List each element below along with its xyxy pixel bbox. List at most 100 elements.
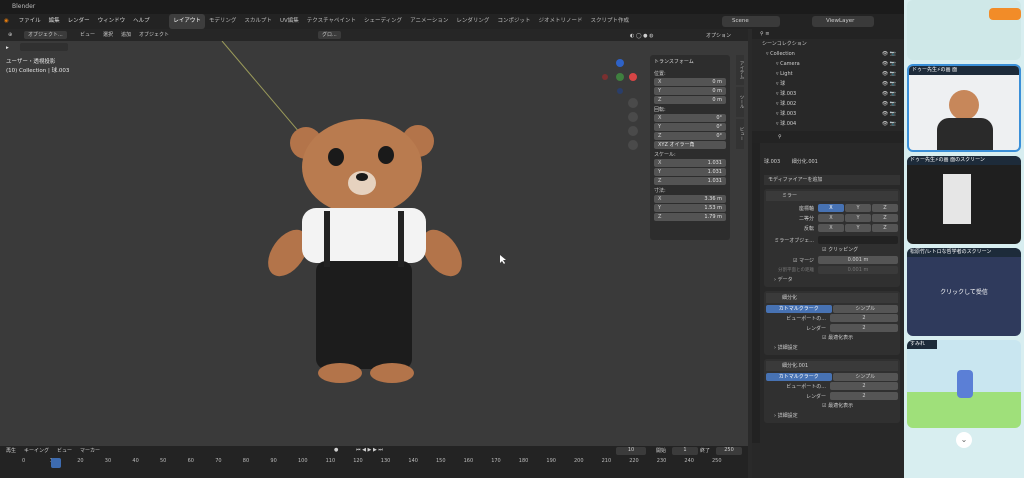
merge-distance-field[interactable]: 0.001 m (818, 256, 898, 264)
timeline-menu-0[interactable]: 再生 (6, 448, 16, 454)
n-panel-tab-1[interactable]: ツール (736, 87, 744, 117)
catmull-clark-tab-2[interactable]: カトマルクラーク (766, 373, 832, 381)
n-panel-tab-2[interactable]: ビュー (736, 119, 744, 149)
outliner-item[interactable]: ▿ 球.003 👁 📷 (752, 89, 904, 99)
dimensions-z-field[interactable]: Z 1.79 m (654, 213, 726, 221)
rotation-y-field[interactable]: Y 0° (654, 123, 726, 131)
chevron-down-icon[interactable]: ⌄ (956, 432, 972, 448)
flip-axis-x[interactable]: X (818, 224, 844, 232)
visibility-eye-icon[interactable]: 👁 📷 (882, 79, 896, 89)
simple-tab[interactable]: シンプル (832, 305, 898, 313)
location-z-field[interactable]: Z 0 m (654, 96, 726, 104)
viewport-nav-icons[interactable] (628, 98, 638, 150)
properties-tab-icons[interactable] (752, 143, 760, 443)
advanced-subpanel[interactable]: › 詳細設定 (766, 343, 898, 353)
workspace-tab-4[interactable]: テクスチャペイント (303, 14, 360, 29)
render-levels-field-2[interactable]: 2 (830, 392, 898, 400)
tile-pixel-room[interactable] (907, 0, 1021, 60)
outliner-item[interactable]: ▿ 球.004 👁 📷 (752, 119, 904, 129)
viewport-menu-2[interactable]: 追加 (121, 32, 131, 38)
playback-controls-icon[interactable]: ⏮ ◀ ▶ ▶ ⏭ (356, 447, 383, 453)
outliner-item[interactable]: ▿ 球.002 👁 📷 (752, 99, 904, 109)
simple-tab-2[interactable]: シンプル (832, 373, 898, 381)
rotation-z-field[interactable]: Z 0° (654, 132, 726, 140)
visibility-eye-icon[interactable]: 👁 📷 (882, 109, 896, 119)
optimal-display-checkbox-2[interactable]: ☑ 最適化表示 (766, 401, 898, 411)
tile-pixel-character[interactable]: すみれ (907, 340, 1021, 428)
merge-checkbox[interactable]: ☑ マージ (766, 257, 818, 264)
workspace-tab-5[interactable]: シェーディング (360, 14, 406, 29)
record-icon[interactable]: ● (334, 447, 338, 453)
viewport-levels-field[interactable]: 2 (830, 314, 898, 322)
rotation-mode-select[interactable]: XYZ オイラー角 (654, 141, 726, 149)
workspace-tab-3[interactable]: UV編集 (276, 14, 303, 29)
clipping-checkbox[interactable]: ☑ クリッピング (766, 245, 898, 255)
dimensions-y-field[interactable]: Y 1.53 m (654, 204, 726, 212)
workspace-tab-10[interactable]: スクリプト作成 (586, 14, 633, 29)
advanced-subpanel-2[interactable]: › 詳細設定 (766, 411, 898, 421)
mode-selector[interactable]: オブジェクト... (24, 31, 67, 39)
mirror-axis-z[interactable]: Z (872, 204, 898, 212)
viewport-levels-field-2[interactable]: 2 (830, 382, 898, 390)
visibility-eye-icon[interactable]: 👁 📷 (882, 69, 896, 79)
tile-click-to-receive[interactable]: 松原竹/レトロな哲学者のスクリーン クリックして受信 (907, 248, 1021, 336)
playhead[interactable] (51, 458, 61, 468)
properties-search[interactable]: ⚲ (752, 131, 904, 143)
outliner-item[interactable]: ▿ Light 👁 📷 (752, 69, 904, 79)
blender-logo-icon[interactable]: ◉ (0, 14, 13, 29)
scene-selector[interactable]: Scene (722, 16, 780, 27)
navigation-gizmo[interactable] (602, 59, 637, 94)
visibility-eye-icon[interactable]: 👁 📷 (882, 89, 896, 99)
tile-camera-feed[interactable]: ドゥー先生⚡の画 面 (907, 64, 1021, 152)
timeline-menu-3[interactable]: マーカー (80, 448, 100, 454)
timeline-menu-2[interactable]: ビュー (57, 448, 72, 454)
n-panel-tab-0[interactable]: アイテム (736, 55, 744, 85)
menu-item-2[interactable]: レンダー (64, 14, 94, 29)
menu-item-3[interactable]: ウィンドウ (94, 14, 130, 29)
subsurf-modifier-name[interactable]: 細分化 (766, 293, 898, 303)
current-frame-field[interactable]: 10 (616, 447, 646, 455)
rotation-x-field[interactable]: X 0° (654, 114, 726, 122)
outliner-item[interactable]: ▿ Camera 👁 📷 (752, 59, 904, 69)
mirror-modifier-name[interactable]: ミラー (766, 191, 898, 201)
add-modifier-button[interactable]: モディファイアーを追加 (764, 175, 900, 185)
optimal-display-checkbox[interactable]: ☑ 最適化表示 (766, 333, 898, 343)
editor-type-icon[interactable]: ⊕ (8, 29, 12, 41)
scale-x-field[interactable]: X 1.031 (654, 159, 726, 167)
bisect-distance-field[interactable]: 0.001 m (818, 266, 898, 274)
menu-item-0[interactable]: ファイル (15, 14, 45, 29)
viewport-menu-0[interactable]: ビュー (80, 32, 95, 38)
outliner-item[interactable]: ▿ 球 👁 📷 (752, 79, 904, 89)
bisect-axis-z[interactable]: Z (872, 214, 898, 222)
workspace-tab-9[interactable]: ジオメトリノード (534, 14, 586, 29)
scale-y-field[interactable]: Y 1.031 (654, 168, 726, 176)
tile-screen-share[interactable]: ドゥー先生⚡の画 面のスクリーン (907, 156, 1021, 244)
workspace-tab-7[interactable]: レンダリング (452, 14, 493, 29)
receive-button[interactable]: クリックして受信 (907, 287, 1021, 296)
visibility-eye-icon[interactable]: 👁 📷 (882, 49, 896, 59)
scale-z-field[interactable]: Z 1.031 (654, 177, 726, 185)
visibility-eye-icon[interactable]: 👁 📷 (882, 59, 896, 69)
orientation-selector[interactable]: グロ... (318, 31, 341, 39)
mirror-object-field[interactable] (818, 236, 898, 244)
data-subpanel[interactable]: › データ (766, 275, 898, 285)
flip-axis-z[interactable]: Z (872, 224, 898, 232)
workspace-tab-1[interactable]: モデリング (205, 14, 241, 29)
3d-viewport[interactable]: ▸ ユーザー・透視投影 (10) Collection | 球.003 (0, 41, 748, 446)
visibility-eye-icon[interactable]: 👁 📷 (882, 99, 896, 109)
workspace-tab-2[interactable]: スカルプト (240, 14, 276, 29)
render-levels-field[interactable]: 2 (830, 324, 898, 332)
mirror-axis-y[interactable]: Y (845, 204, 871, 212)
teddy-bear-model[interactable] (260, 119, 470, 383)
workspace-tab-0[interactable]: レイアウト (169, 14, 205, 29)
timeline-ruler[interactable]: 0102030405060708090100110120130140150160… (0, 458, 748, 468)
workspace-tab-6[interactable]: アニメーション (406, 14, 452, 29)
location-x-field[interactable]: X 0 m (654, 78, 726, 86)
subsurf-001-modifier-name[interactable]: 細分化.001 (766, 361, 898, 371)
dimensions-x-field[interactable]: X 3.36 m (654, 195, 726, 203)
location-y-field[interactable]: Y 0 m (654, 87, 726, 95)
timeline-menu-1[interactable]: キーイング (24, 448, 49, 454)
outliner-item[interactable]: ▿ 球.003 👁 📷 (752, 109, 904, 119)
view-layer-selector[interactable]: ViewLayer (812, 16, 874, 27)
bisect-axis-x[interactable]: X (818, 214, 844, 222)
